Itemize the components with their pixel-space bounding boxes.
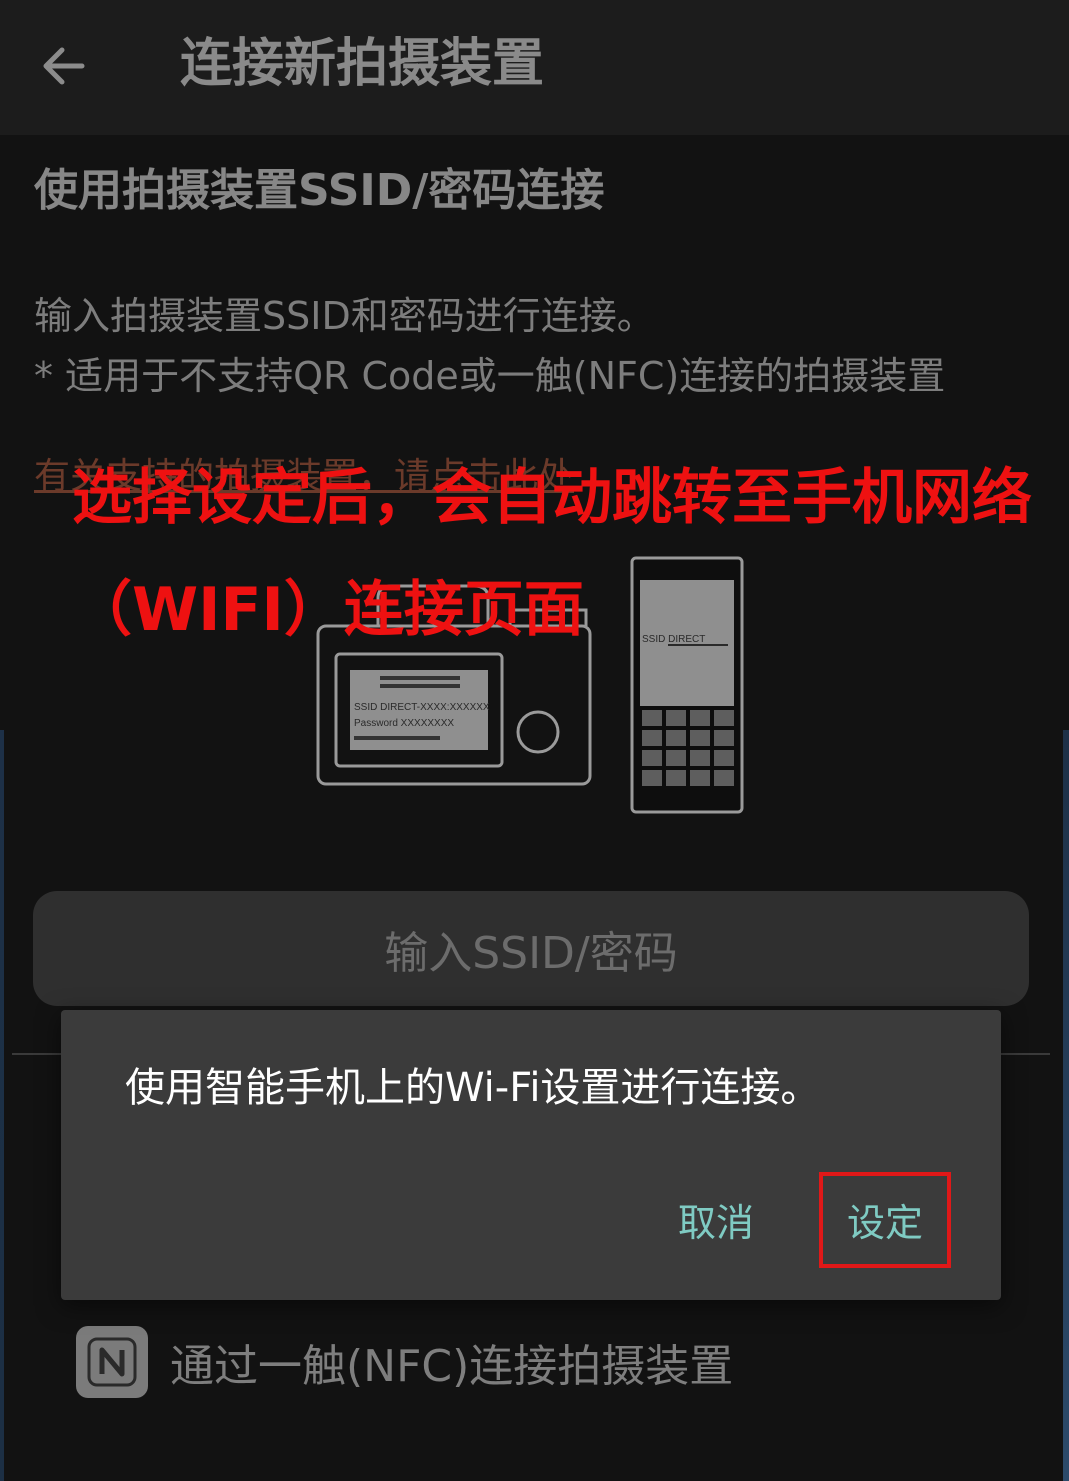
nfc-label: 通过一触(NFC)连接拍摄装置	[170, 1341, 734, 1392]
arrow-left-icon	[43, 47, 85, 85]
description-line-1: 输入拍摄装置SSID和密码进行连接。	[34, 294, 655, 338]
screen-edge-left	[0, 730, 4, 1481]
camera-password-text: Password XXXXXXXX	[354, 718, 454, 729]
input-ssid-password-button[interactable]: 输入SSID/密码	[33, 891, 1029, 1006]
description-line-2: * 适用于不支持QR Code或一触(NFC)连接的拍摄装置	[34, 354, 946, 398]
nfc-icon	[76, 1326, 148, 1398]
annotation-note: 选择设定后，会自动跳转至手机网络（WIFI）连接页面	[72, 463, 1032, 645]
back-button[interactable]	[28, 30, 100, 102]
nfc-connect-option[interactable]: 通过一触(NFC)连接拍摄装置	[76, 1322, 733, 1402]
section-title: 使用拍摄装置SSID/密码连接	[34, 165, 605, 216]
screen: 连接新拍摄装置 使用拍摄装置SSID/密码连接 输入拍摄装置SSID和密码进行连…	[0, 0, 1069, 1481]
cancel-button[interactable]: 取消	[651, 1184, 781, 1254]
app-bar: 连接新拍摄装置	[0, 0, 1069, 135]
screen-edge-right	[1063, 730, 1069, 1481]
wifi-settings-dialog: 使用智能手机上的Wi-Fi设置进行连接。 取消 设定	[61, 1010, 1001, 1300]
description: 输入拍摄装置SSID和密码进行连接。 * 适用于不支持QR Code或一触(NF…	[34, 286, 945, 406]
dialog-message: 使用智能手机上的Wi-Fi设置进行连接。	[125, 1065, 821, 1111]
camera-ssid-text: SSID DIRECT-XXXX:XXXXXX	[354, 702, 490, 713]
settings-button[interactable]: 设定	[820, 1172, 950, 1266]
page-title: 连接新拍摄装置	[180, 34, 545, 94]
